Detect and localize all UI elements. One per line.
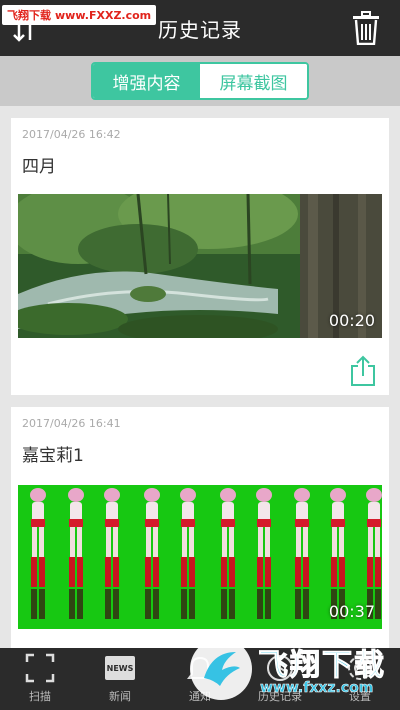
tab-label: 新闻 — [109, 690, 131, 703]
trash-icon[interactable] — [352, 11, 380, 46]
video-thumbnail[interactable]: 00:20 — [18, 194, 382, 338]
record-date: 2017/04/26 16:41 — [22, 417, 121, 430]
tab-scan[interactable]: 扫描 — [0, 648, 80, 710]
segmented-control: 增强内容 屏幕截图 — [91, 62, 309, 100]
tab-news[interactable]: NEWS 新闻 — [80, 648, 160, 710]
tab-enhanced-content[interactable]: 增强内容 — [93, 64, 200, 98]
record-date: 2017/04/26 16:42 — [22, 128, 121, 141]
news-icon: NEWS — [104, 652, 136, 684]
video-thumbnail[interactable]: 00:37 — [18, 485, 382, 629]
record-card[interactable]: 2017/04/26 16:42 四月 00:20 — [11, 118, 389, 395]
watermark-logo: 飞翔下载 www.fxxz.com — [188, 634, 400, 710]
record-title: 嘉宝莉1 — [22, 446, 84, 466]
video-duration: 00:37 — [328, 602, 375, 621]
record-title: 四月 — [22, 157, 56, 177]
record-card[interactable]: 2017/04/26 16:41 嘉宝莉1 00:37 — [11, 407, 389, 648]
history-list: 2017/04/26 16:42 四月 00:20 2017/04/26 16:… — [0, 106, 400, 648]
segment-bar: 增强内容 屏幕截图 — [0, 56, 400, 106]
watermark-brand: 飞翔下载 — [258, 648, 386, 684]
video-duration: 00:20 — [328, 311, 375, 330]
watermark-url: www.fxxz.com — [260, 680, 374, 697]
share-icon[interactable] — [349, 355, 377, 387]
scan-icon — [24, 652, 56, 684]
svg-text:NEWS: NEWS — [107, 664, 134, 673]
tab-label: 扫描 — [29, 690, 51, 703]
page-title: 历史记录 — [158, 18, 242, 42]
watermark-emblem-icon — [190, 638, 252, 700]
top-bar: 飞翔下载 www.FXXZ.com 历史记录 — [0, 0, 400, 56]
tab-screenshots[interactable]: 屏幕截图 — [200, 64, 307, 98]
